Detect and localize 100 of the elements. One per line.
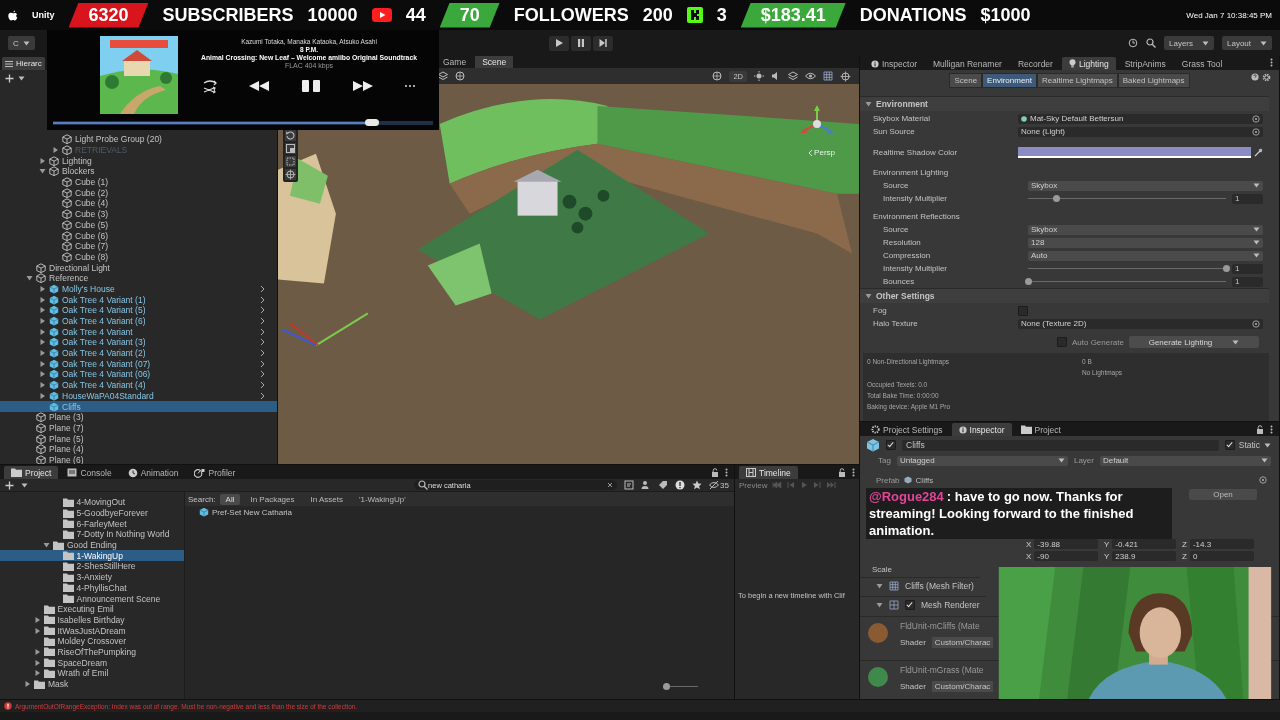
expand-arrow-icon[interactable] xyxy=(39,381,46,390)
object-field[interactable]: None (Texture 2D) xyxy=(1018,318,1263,329)
folder-item[interactable]: ItWasJustADream xyxy=(0,625,184,636)
expand-arrow-icon[interactable] xyxy=(39,359,46,368)
panel-tab[interactable]: Profiler xyxy=(187,466,243,479)
slider-thumb[interactable] xyxy=(1025,278,1032,285)
caret-icon[interactable] xyxy=(1264,442,1271,448)
folder-item[interactable]: 3-Anxiety xyxy=(0,571,184,583)
layers-dropdown[interactable]: Layers xyxy=(1164,36,1214,50)
view-tab[interactable]: Scene xyxy=(475,56,514,68)
folder-item[interactable]: 5-GoodbyeForever xyxy=(0,507,184,519)
dropdown[interactable]: Skybox xyxy=(1028,180,1263,191)
slider-thumb[interactable] xyxy=(1223,265,1230,272)
checkbox[interactable] xyxy=(886,440,896,450)
dropdown[interactable]: Auto xyxy=(1028,250,1263,261)
folder-item[interactable]: 6-FarleyMeet xyxy=(0,518,184,530)
checkbox[interactable] xyxy=(1056,337,1067,347)
sub-tab[interactable]: Baked Lightmaps xyxy=(1117,72,1190,88)
help-icon[interactable] xyxy=(1251,73,1259,81)
expand-arrow-icon[interactable] xyxy=(39,295,46,304)
more-icon[interactable] xyxy=(404,84,416,88)
hierarchy-item[interactable]: Cube (1) xyxy=(0,176,277,188)
dropdown[interactable]: 128 xyxy=(1028,237,1263,248)
hierarchy-item[interactable]: Oak Tree 4 Variant (4) xyxy=(0,379,277,391)
component-header[interactable]: Cliffs (Mesh Filter) xyxy=(860,577,980,594)
hierarchy-item[interactable]: Plane (7) xyxy=(0,422,277,434)
panel-tab[interactable]: Inspector xyxy=(864,57,924,70)
panel-tab[interactable]: Console xyxy=(60,466,119,479)
more-icon[interactable] xyxy=(725,468,728,477)
folder-item[interactable]: 7-Dotty In Nothing World xyxy=(0,529,184,540)
slider-thumb[interactable] xyxy=(1052,195,1060,202)
expand-arrow-icon[interactable] xyxy=(39,391,46,400)
folder-item[interactable]: 1-WakingUp xyxy=(0,550,184,562)
pause-icon[interactable] xyxy=(300,79,322,93)
number-field[interactable]: -90 xyxy=(1034,551,1098,561)
panel-tab[interactable]: Inspector xyxy=(951,423,1012,436)
layers-icon[interactable] xyxy=(438,71,448,81)
checkbox[interactable] xyxy=(1224,440,1235,450)
color-field[interactable] xyxy=(1018,146,1251,158)
expand-arrow-icon[interactable] xyxy=(39,306,46,315)
section-header[interactable]: Environment xyxy=(860,96,1269,111)
hierarchy-item[interactable]: Oak Tree 4 Variant (07) xyxy=(0,358,277,370)
hierarchy-item[interactable]: Directional Light xyxy=(0,262,277,273)
play-button[interactable] xyxy=(549,35,570,51)
hierarchy-item[interactable]: Reference xyxy=(0,272,277,284)
folder-item[interactable]: Wrath of Emil xyxy=(0,668,184,679)
caret-icon[interactable] xyxy=(21,482,28,488)
history-icon[interactable] xyxy=(1128,38,1138,48)
apple-icon[interactable] xyxy=(8,9,18,21)
menu-item[interactable]: Unity xyxy=(32,10,55,20)
hierarchy-item[interactable]: Lighting xyxy=(0,155,277,167)
rotate-tool-icon[interactable] xyxy=(285,130,296,141)
hierarchy-item[interactable]: Oak Tree 4 Variant (06) xyxy=(0,369,277,380)
expand-arrow-icon[interactable] xyxy=(39,317,46,326)
progress-bar[interactable] xyxy=(53,121,433,125)
panel-tab[interactable]: Animation xyxy=(120,466,186,479)
expand-arrow-icon[interactable] xyxy=(39,370,46,379)
dropdown[interactable]: Untagged xyxy=(896,455,1068,466)
folder-item[interactable]: 4-MovingOut xyxy=(0,497,184,508)
panel-tab[interactable]: Project xyxy=(4,466,59,479)
hidden-count-toggle[interactable]: 35 xyxy=(709,480,729,490)
panel-tab[interactable]: Timeline xyxy=(739,466,798,479)
hierarchy-item[interactable]: HouseWaPA04Standard xyxy=(0,390,277,402)
folder-item[interactable]: 4-PhyllisChat xyxy=(0,582,184,594)
number-field[interactable]: 1 xyxy=(1232,276,1263,287)
filter-tab[interactable]: All xyxy=(219,493,241,505)
settings-icon[interactable] xyxy=(1262,73,1271,82)
hierarchy-item[interactable]: Molly's House xyxy=(0,283,277,295)
sub-tab[interactable]: Scene xyxy=(949,72,983,88)
folder-item[interactable]: Announcement Scene xyxy=(0,593,184,604)
hierarchy-item[interactable]: Cube (4) xyxy=(0,198,277,209)
add-icon[interactable] xyxy=(5,480,14,490)
rect-tool-icon[interactable] xyxy=(285,156,296,167)
folder-item[interactable]: RiseOfThePumpking xyxy=(0,646,184,658)
panel-tab[interactable]: Mulligan Renamer xyxy=(925,57,1009,70)
star-icon[interactable] xyxy=(692,480,703,490)
shader-dropdown[interactable]: Custom/Charac xyxy=(931,636,994,648)
number-field[interactable]: 1 xyxy=(1232,193,1263,204)
section-header[interactable]: Other Settings xyxy=(860,288,1269,303)
hierarchy-item[interactable]: Oak Tree 4 Variant (2) xyxy=(0,347,277,359)
progress-thumb[interactable] xyxy=(365,119,380,126)
panel-tab[interactable]: Recorder xyxy=(1010,57,1060,70)
more-icon[interactable] xyxy=(852,468,855,477)
folder-item[interactable]: Isabelles Birthday xyxy=(0,614,184,626)
checkbox[interactable] xyxy=(905,600,915,610)
number-field[interactable]: 1 xyxy=(1232,263,1263,274)
light-icon[interactable] xyxy=(754,71,764,81)
preview-button[interactable]: Preview xyxy=(739,480,768,490)
sub-tab[interactable]: Environment xyxy=(982,72,1038,88)
lock-icon[interactable] xyxy=(838,468,846,477)
hierarchy-item[interactable]: Cube (2) xyxy=(0,187,277,199)
hierarchy-item[interactable]: Plane (4) xyxy=(0,443,277,455)
hierarchy-item[interactable]: Oak Tree 4 Variant (6) xyxy=(0,315,277,327)
dropdown[interactable]: Skybox xyxy=(1028,224,1263,235)
expand-arrow-icon[interactable] xyxy=(33,626,41,635)
filter-tab[interactable]: In Packages xyxy=(244,493,301,505)
object-field[interactable]: Mat-Sky Default Bettersun xyxy=(1018,113,1263,124)
add-icon[interactable] xyxy=(5,73,14,83)
saved-search-icon[interactable] xyxy=(624,480,635,490)
slider[interactable] xyxy=(1028,278,1226,285)
